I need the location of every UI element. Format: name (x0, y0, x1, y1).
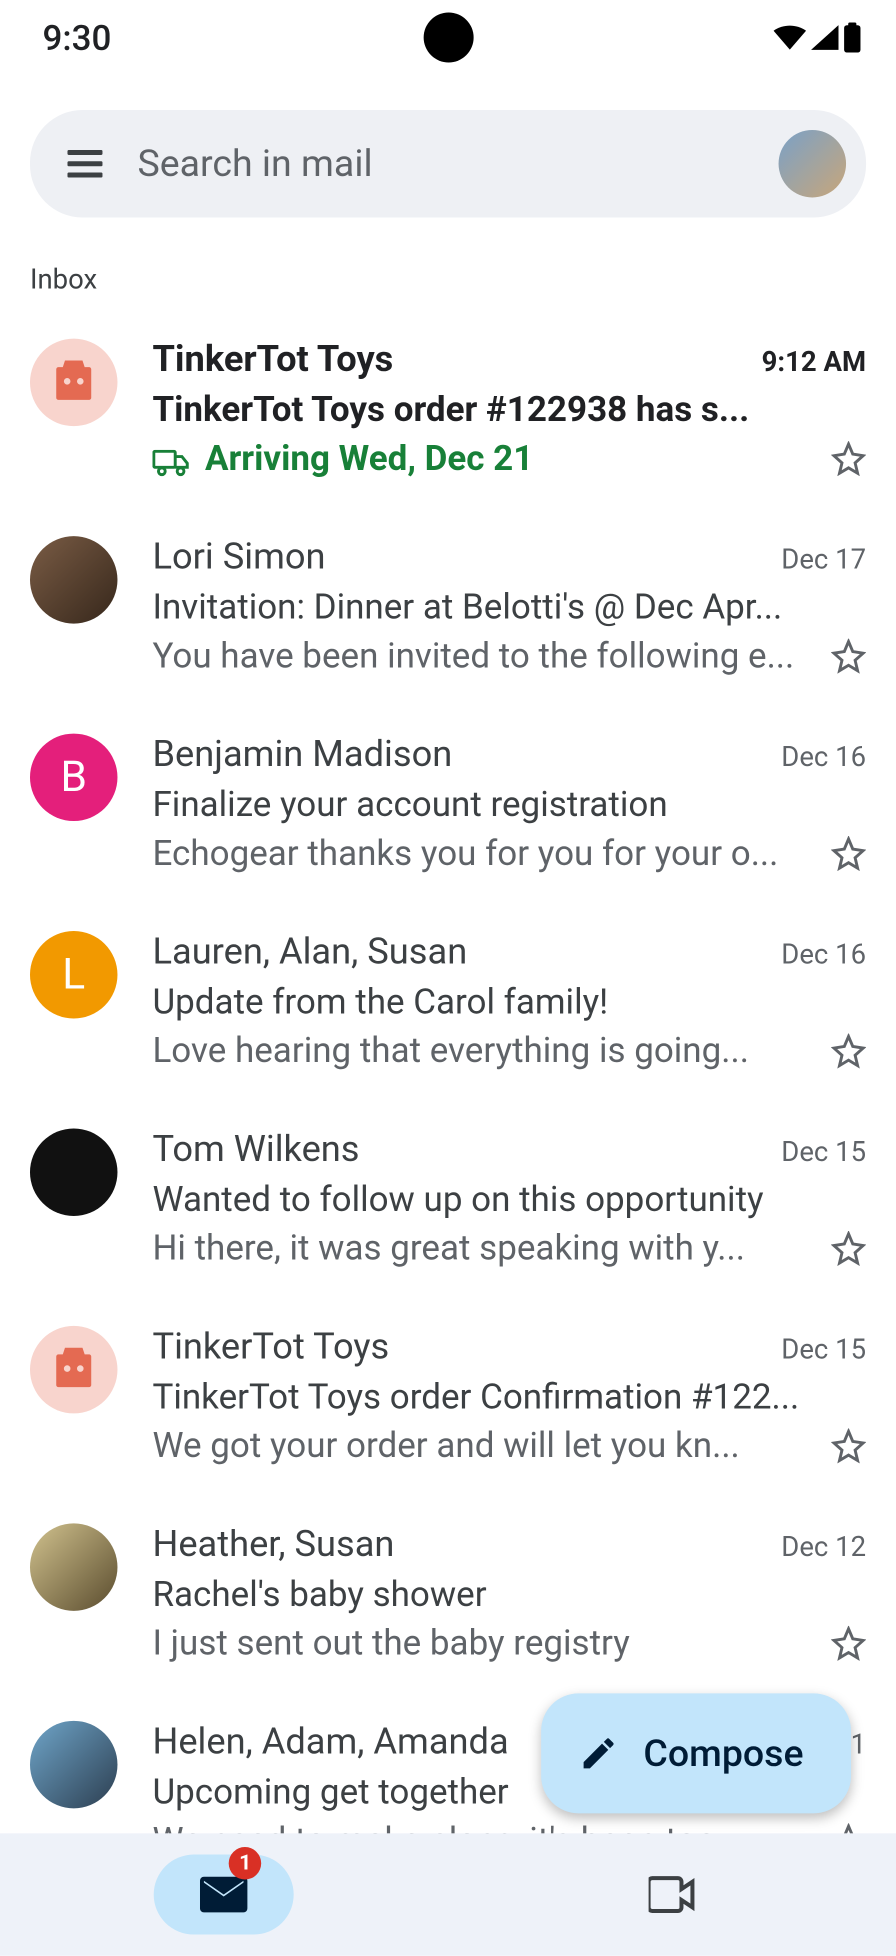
email-date: Dec 15 (781, 1335, 866, 1366)
email-date: 9:12 AM (762, 347, 866, 378)
email-date: Dec 16 (781, 742, 866, 773)
email-subject: TinkerTot Toys order #122938 has s... (152, 389, 866, 430)
email-subject: Rachel's baby shower (152, 1573, 866, 1614)
sender-avatar[interactable] (30, 536, 117, 623)
star-icon[interactable] (831, 441, 866, 476)
mail-list: TinkerTot Toys 9:12 AM TinkerTot Toys orde… (0, 311, 896, 1891)
email-snippet: You have been invited to the following e… (152, 635, 818, 676)
email-date: Dec 16 (781, 940, 866, 971)
email-snippet: Hi there, it was great speaking with y..… (152, 1227, 818, 1268)
nav-mail[interactable]: 1 (0, 1833, 448, 1955)
email-row[interactable]: L Lauren, Alan, Susan Dec 16 Update from th… (0, 904, 896, 1101)
sender-name: Lori Simon (152, 536, 325, 578)
star-icon[interactable] (831, 1625, 866, 1660)
sender-name: Lauren, Alan, Susan (152, 931, 467, 973)
menu-icon[interactable] (67, 150, 102, 177)
camera-cutout (423, 12, 473, 62)
sender-name: TinkerTot Toys (152, 1326, 389, 1368)
account-avatar[interactable] (779, 130, 846, 197)
email-subject: Update from the Carol family! (152, 981, 866, 1022)
star-icon[interactable] (831, 1033, 866, 1068)
bottom-nav: 1 (0, 1833, 896, 1955)
email-row[interactable]: TinkerTot Toys 9:12 AM TinkerTot Toys orde… (0, 311, 896, 508)
video-icon (648, 1876, 695, 1913)
battery-icon (844, 22, 861, 52)
email-snippet: Echogear thanks you for you for your o..… (152, 832, 818, 873)
star-icon[interactable] (831, 835, 866, 870)
sender-avatar[interactable]: B (30, 734, 117, 821)
search-placeholder: Search in mail (137, 142, 778, 186)
nav-mail-badge: 1 (229, 1847, 261, 1879)
sender-avatar[interactable] (30, 1128, 117, 1215)
section-label: Inbox (0, 242, 896, 311)
sender-avatar[interactable]: L (30, 931, 117, 1018)
email-snippet: Love hearing that everything is going... (152, 1030, 818, 1071)
pencil-icon (578, 1733, 618, 1773)
star-icon[interactable] (831, 1230, 866, 1265)
email-date: Dec 12 (781, 1532, 866, 1563)
email-row[interactable]: TinkerTot Toys Dec 15 TinkerTot Toys order… (0, 1298, 896, 1495)
sender-name: TinkerTot Toys (152, 339, 393, 381)
compose-label: Compose (643, 1731, 803, 1775)
sender-avatar[interactable] (30, 1523, 117, 1610)
email-row[interactable]: B Benjamin Madison Dec 16 Finalize your acc… (0, 706, 896, 903)
sender-avatar[interactable] (30, 1326, 117, 1413)
status-clock: 9:30 (42, 17, 111, 58)
truck-icon (152, 444, 189, 471)
sender-name: Helen, Adam, Amanda (152, 1721, 508, 1763)
search-bar[interactable]: Search in mail (30, 110, 866, 217)
sender-avatar[interactable] (30, 339, 117, 426)
email-snippet: We got your order and will let you kn... (152, 1425, 818, 1466)
wifi-icon (774, 25, 806, 50)
star-icon[interactable] (831, 1428, 866, 1463)
status-bar: 9:30 (0, 0, 896, 75)
email-row[interactable]: Tom Wilkens Dec 15 Wanted to follow up on … (0, 1101, 896, 1298)
tracking-status: Arriving Wed, Dec 21 (152, 437, 818, 478)
nav-meet[interactable] (448, 1833, 896, 1955)
sender-avatar[interactable] (30, 1721, 117, 1808)
status-icons (774, 22, 861, 52)
email-snippet: I just sent out the baby registry (152, 1622, 818, 1663)
email-subject: Invitation: Dinner at Belotti's @ Dec Ap… (152, 586, 866, 627)
email-subject: TinkerTot Toys order Confirmation #122..… (152, 1376, 866, 1417)
email-subject: Finalize your account registration (152, 784, 866, 825)
sender-name: Benjamin Madison (152, 734, 452, 776)
cellular-icon (811, 25, 838, 50)
star-icon[interactable] (831, 638, 866, 673)
compose-button[interactable]: Compose (541, 1693, 851, 1813)
sender-name: Tom Wilkens (152, 1128, 359, 1170)
email-date: Dec 17 (781, 545, 866, 576)
mail-icon (200, 1876, 247, 1913)
email-date: Dec 15 (781, 1137, 866, 1168)
email-row[interactable]: Heather, Susan Dec 12 Rachel's baby shower… (0, 1496, 896, 1693)
sender-name: Heather, Susan (152, 1523, 394, 1565)
email-row[interactable]: Lori Simon Dec 17 Invitation: Dinner at Be… (0, 509, 896, 706)
email-subject: Wanted to follow up on this opportunity (152, 1178, 866, 1219)
